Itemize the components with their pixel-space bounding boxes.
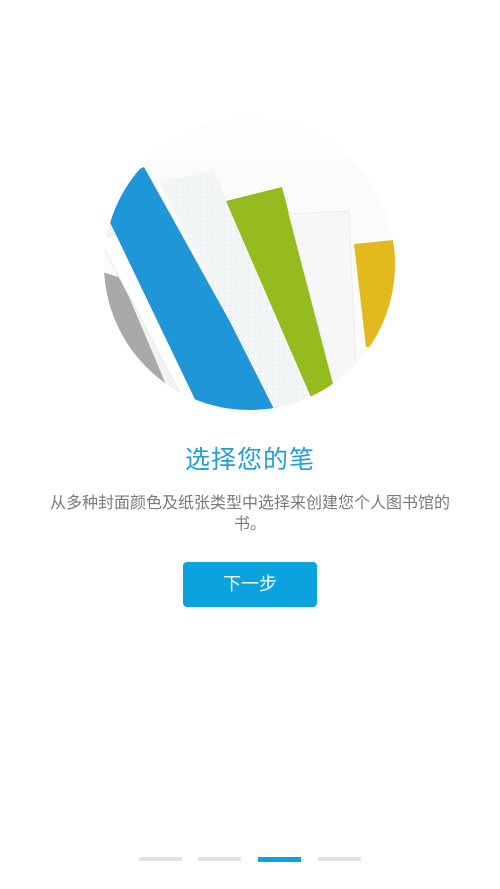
next-button[interactable]: 下一步 (183, 562, 317, 607)
page-indicator-dot-active[interactable] (258, 857, 301, 862)
page-indicator-dot[interactable] (318, 857, 361, 861)
page-indicator-dot[interactable] (198, 857, 241, 861)
page-indicator-dot[interactable] (139, 857, 182, 861)
notebook-covers-graphic (104, 119, 395, 410)
notebooks-illustration (104, 119, 395, 410)
page-description: 从多种封面颜色及纸张类型中选择来创建您个人图书馆的书。 (49, 493, 450, 533)
page-indicator (139, 857, 361, 863)
page-title: 选择您的笔 (184, 445, 315, 474)
